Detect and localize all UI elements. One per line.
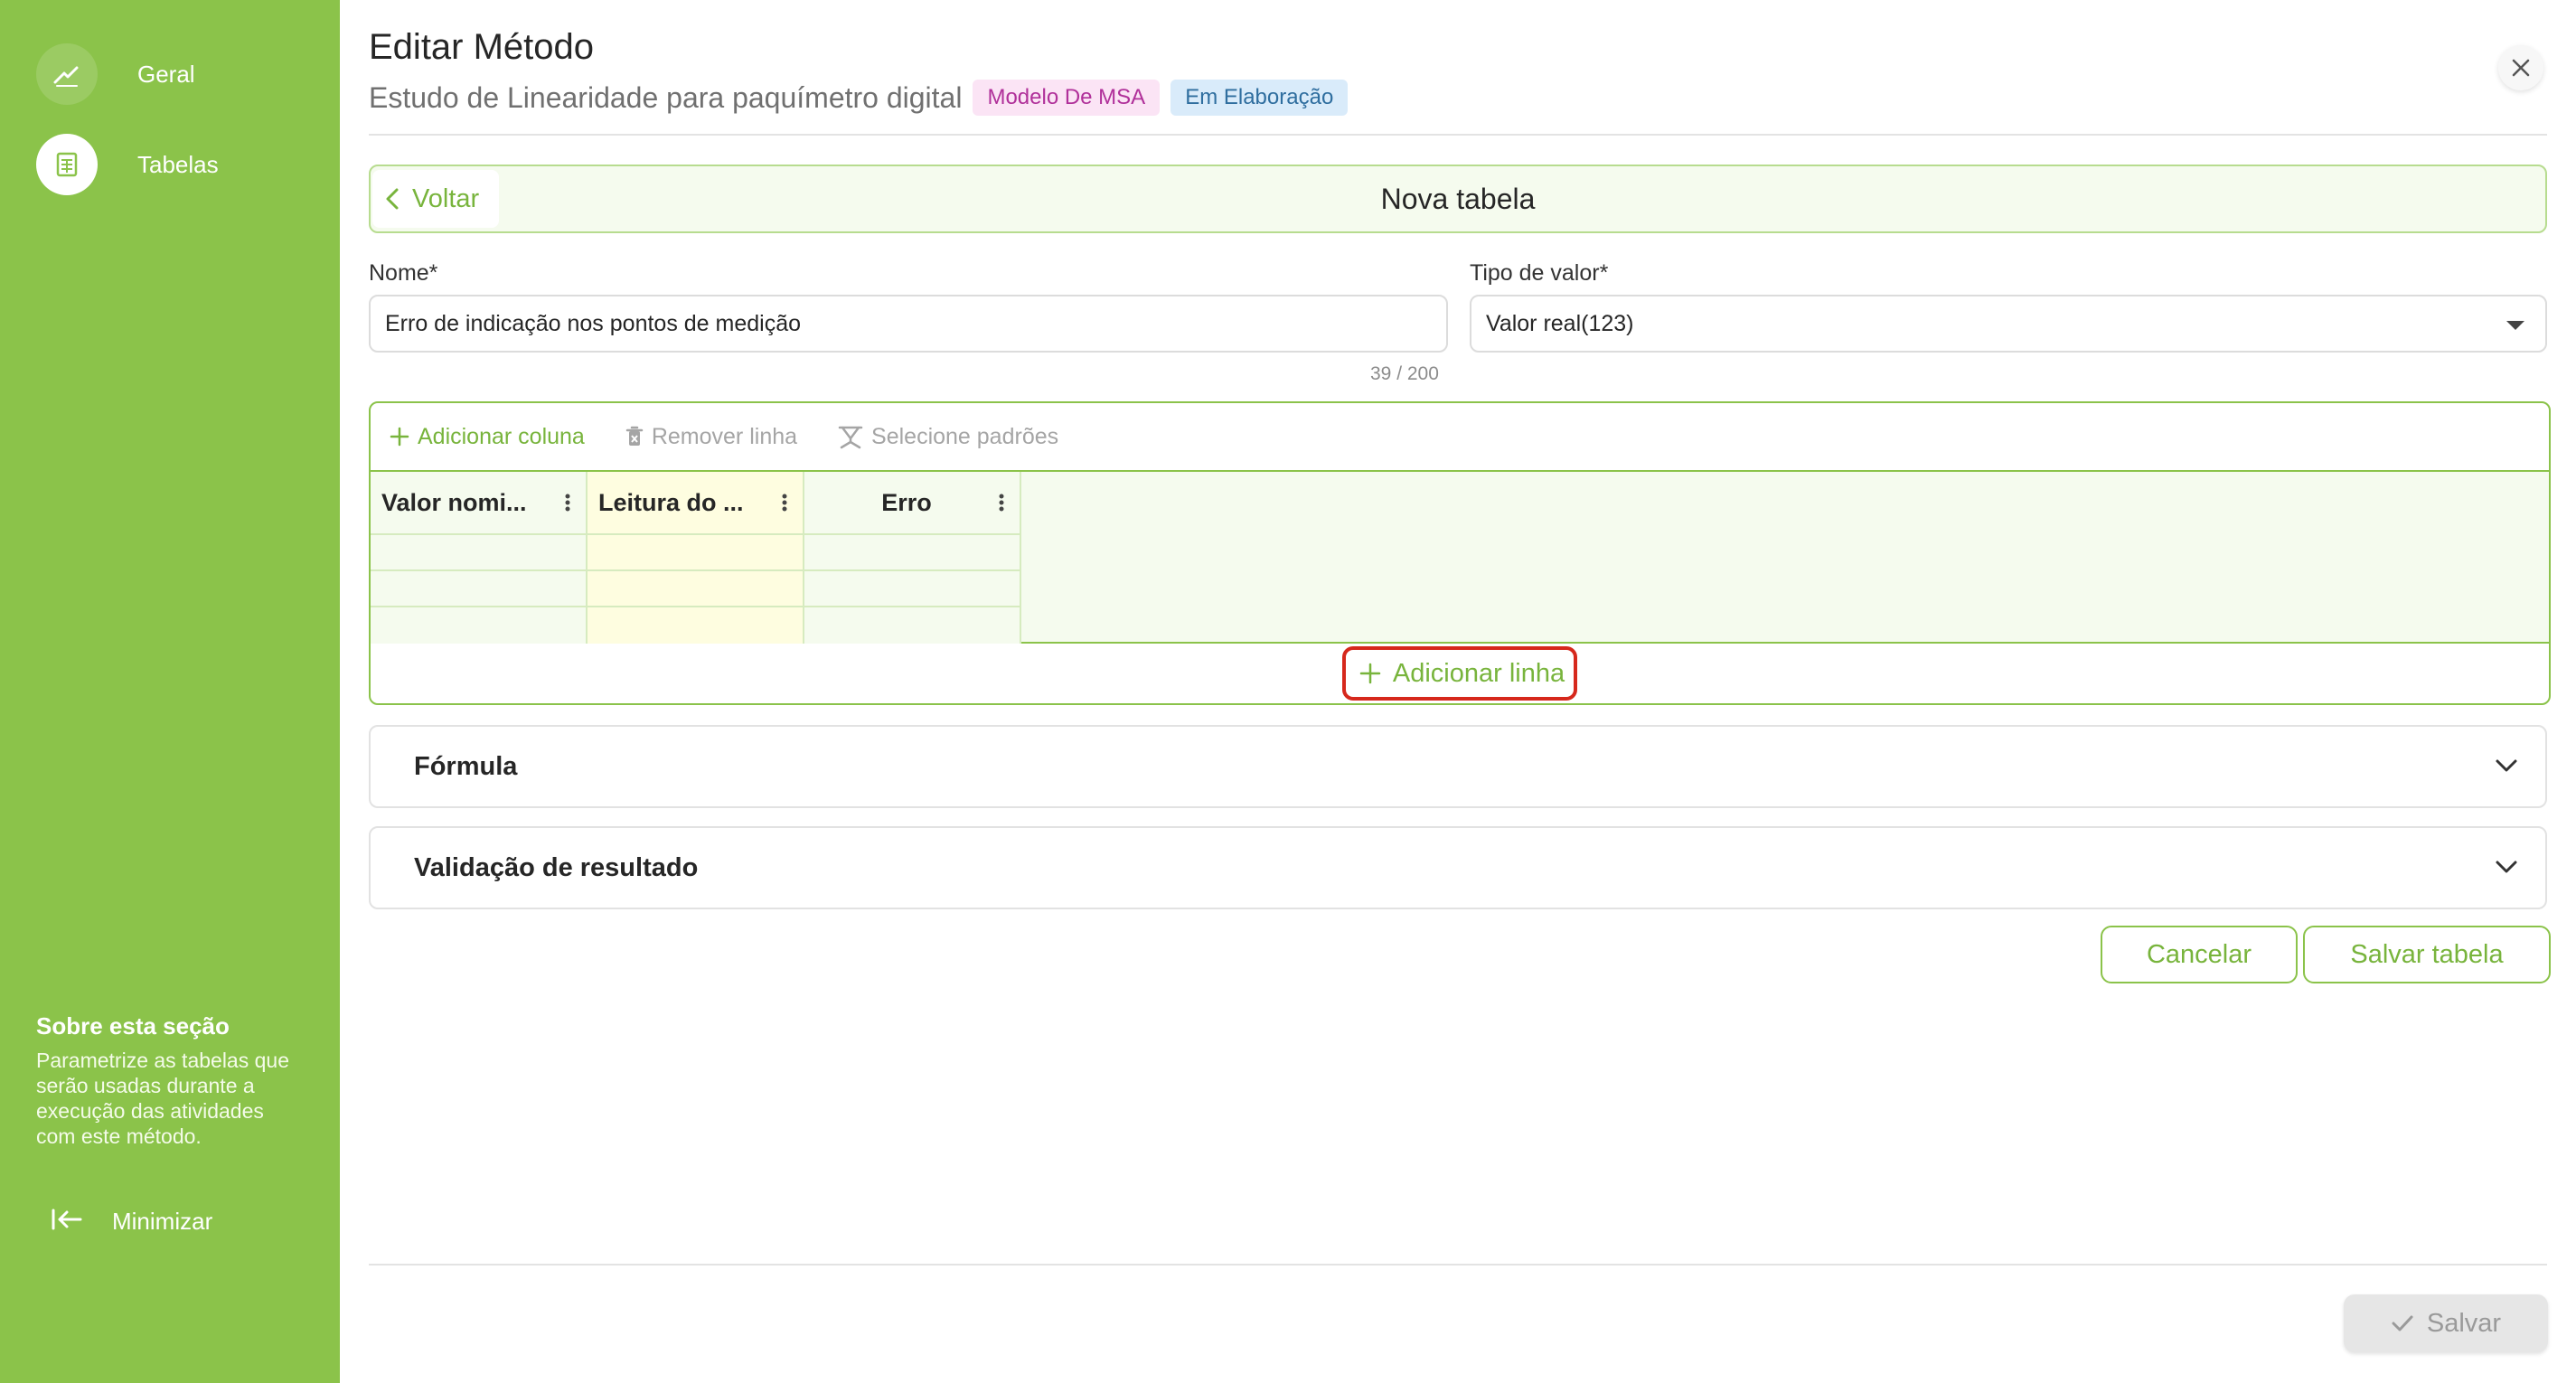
table-cell[interactable] — [804, 571, 1020, 607]
table-cell[interactable] — [371, 607, 586, 644]
table-toolbar: Adicionar coluna Remover linha Selecione… — [371, 403, 2549, 470]
sidebar-item-label: Tabelas — [137, 150, 219, 178]
table-editor: Adicionar coluna Remover linha Selecione… — [369, 401, 2551, 705]
value-type-label: Tipo de valor* — [1470, 260, 1609, 286]
close-icon — [2512, 59, 2530, 77]
minimize-label: Minimizar — [112, 1208, 213, 1235]
add-row-label: Adicionar linha — [1392, 658, 1565, 688]
table-cell[interactable] — [588, 571, 803, 607]
column-header[interactable]: Erro — [804, 472, 1020, 535]
value-type-selected: Valor real(123) — [1486, 310, 1634, 336]
table-cell[interactable] — [588, 607, 803, 644]
add-column-label: Adicionar coluna — [418, 423, 585, 449]
card-title: Nova tabela — [1380, 183, 1536, 215]
status-badge-model: Modelo De MSA — [973, 80, 1161, 116]
more-vertical-icon[interactable] — [998, 492, 1005, 513]
column-header-label: Erro — [881, 488, 932, 516]
column-header[interactable]: Valor nomi... — [371, 472, 586, 535]
chevron-down-icon — [2496, 759, 2517, 772]
status-badge-state: Em Elaboração — [1170, 80, 1349, 116]
table-cell[interactable] — [588, 535, 803, 571]
add-row-area: Adicionar linha — [371, 644, 2549, 703]
cancel-button[interactable]: Cancelar — [2101, 926, 2298, 983]
remove-row-label: Remover linha — [651, 423, 798, 449]
caret-down-icon — [2506, 321, 2524, 330]
column-header-label: Leitura do ... — [598, 488, 744, 516]
sidebar-item-tabelas[interactable]: Tabelas — [36, 134, 219, 195]
column-header[interactable]: Leitura do ... — [588, 472, 803, 535]
table-cell[interactable] — [804, 535, 1020, 571]
name-label: Nome* — [369, 260, 438, 286]
about-text: Parametrize as tabelas que serão usadas … — [36, 1049, 289, 1148]
save-table-button[interactable]: Salvar tabela — [2303, 926, 2551, 983]
page-subtitle: Estudo de Linearidade para paquímetro di… — [369, 80, 963, 114]
collapse-left-icon — [51, 1208, 83, 1236]
standards-icon — [838, 426, 863, 449]
save-label: Salvar — [2426, 1308, 2502, 1338]
footer-divider — [369, 1264, 2547, 1265]
value-type-select[interactable]: Valor real(123) — [1470, 295, 2547, 353]
select-standards-button[interactable]: Selecione padrões — [837, 424, 1058, 450]
table-cell[interactable] — [371, 571, 586, 607]
more-vertical-icon[interactable] — [564, 492, 571, 513]
name-input[interactable]: Erro de indicação nos pontos de medição — [369, 295, 1448, 353]
header-divider — [369, 134, 2547, 136]
column-header-label: Valor nomi... — [381, 488, 527, 516]
page-title: Editar Método — [369, 27, 595, 67]
accordion-title: Validação de resultado — [414, 853, 699, 882]
signature-icon — [36, 43, 98, 105]
table-column: Leitura do ... — [588, 472, 804, 644]
add-column-button[interactable]: Adicionar coluna — [389, 424, 585, 450]
table-grid: Valor nomi... Leitura do ... Erro — [371, 470, 2549, 644]
table-card-header: Voltar Nova tabela — [369, 165, 2547, 233]
table-column: Erro — [804, 472, 1021, 644]
sidebar-item-geral[interactable]: Geral — [36, 43, 195, 105]
minimize-button[interactable]: Minimizar — [51, 1208, 212, 1236]
formula-accordion[interactable]: Fórmula — [369, 725, 2547, 808]
check-icon — [2392, 1315, 2413, 1331]
about-section: Sobre esta seção Parametrize as tabelas … — [36, 1012, 307, 1149]
table-icon — [36, 134, 98, 195]
sidebar-item-label: Geral — [137, 60, 195, 88]
table-cell[interactable] — [804, 607, 1020, 644]
accordion-title: Fórmula — [414, 752, 518, 781]
trash-icon — [625, 426, 644, 446]
subtitle-row: Estudo de Linearidade para paquímetro di… — [369, 80, 1349, 116]
table-cell[interactable] — [371, 535, 586, 571]
close-button[interactable] — [2498, 45, 2543, 90]
select-standards-label: Selecione padrões — [871, 423, 1059, 449]
save-button[interactable]: Salvar — [2344, 1294, 2548, 1352]
table-column: Valor nomi... — [371, 472, 588, 644]
remove-row-button[interactable]: Remover linha — [625, 424, 797, 450]
add-row-button[interactable]: Adicionar linha — [1341, 646, 1578, 701]
chevron-down-icon — [2496, 861, 2517, 873]
name-char-counter: 39 / 200 — [1370, 363, 1439, 384]
name-input-value: Erro de indicação nos pontos de medição — [385, 310, 802, 336]
result-validation-accordion[interactable]: Validação de resultado — [369, 826, 2547, 909]
plus-icon — [1359, 663, 1381, 684]
more-vertical-icon[interactable] — [781, 492, 788, 513]
sidebar: Geral Tabelas Sobre esta seção Parametri… — [0, 0, 340, 1383]
main-panel: Editar Método Estudo de Linearidade para… — [340, 0, 2576, 1383]
plus-icon — [390, 427, 409, 447]
about-title: Sobre esta seção — [36, 1012, 230, 1040]
